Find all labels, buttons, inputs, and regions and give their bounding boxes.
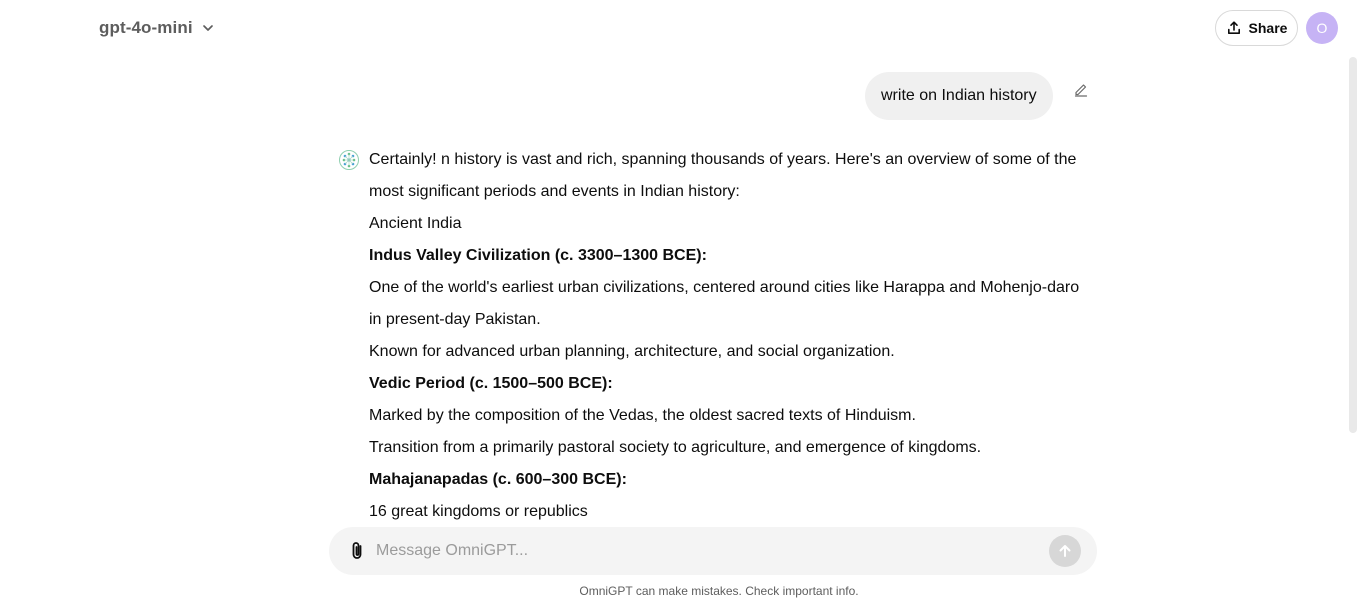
avatar[interactable]: O	[1306, 12, 1338, 44]
scrollbar[interactable]	[1346, 57, 1358, 527]
response-paragraph: One of the world's earliest urban civili…	[369, 279, 1080, 328]
arrow-up-icon	[1059, 545, 1071, 557]
user-message-bubble: write on Indian history	[865, 72, 1053, 120]
send-button[interactable]	[1049, 535, 1081, 567]
response-heading: Vedic Period (c. 1500–500 BCE):	[369, 375, 613, 392]
share-button[interactable]: Share	[1215, 10, 1298, 46]
disclaimer-text: OmniGPT can make mistakes. Check importa…	[579, 584, 859, 598]
user-message-text: write on Indian history	[881, 87, 1037, 104]
message-composer	[329, 527, 1097, 575]
response-heading: Mahajanapadas (c. 600–300 BCE):	[369, 471, 627, 488]
message-input[interactable]	[376, 527, 1036, 575]
paperclip-icon[interactable]	[345, 539, 369, 563]
model-selector[interactable]: gpt-4o-mini	[99, 16, 215, 40]
response-paragraph: Ancient India	[369, 215, 462, 232]
share-label: Share	[1248, 20, 1288, 36]
response-paragraph: Transition from a primarily pastoral soc…	[369, 439, 982, 456]
scrollbar-thumb[interactable]	[1349, 57, 1357, 433]
omnigpt-logo-icon	[339, 150, 359, 170]
top-bar: gpt-4o-mini Share O	[0, 0, 1358, 57]
response-paragraph: Known for advanced urban planning, archi…	[369, 343, 895, 360]
response-paragraph: Certainly! n history is vast and rich, s…	[369, 151, 1077, 200]
chevron-down-icon	[202, 25, 213, 31]
share-upload-icon	[1227, 21, 1240, 34]
pencil-icon[interactable]	[1073, 81, 1089, 97]
response-heading: Indus Valley Civilization (c. 3300–1300 …	[369, 247, 707, 264]
assistant-response: Certainly! n history is vast and rich, s…	[369, 144, 1089, 528]
model-name: gpt-4o-mini	[99, 18, 193, 37]
response-paragraph: Marked by the composition of the Vedas, …	[369, 407, 916, 424]
